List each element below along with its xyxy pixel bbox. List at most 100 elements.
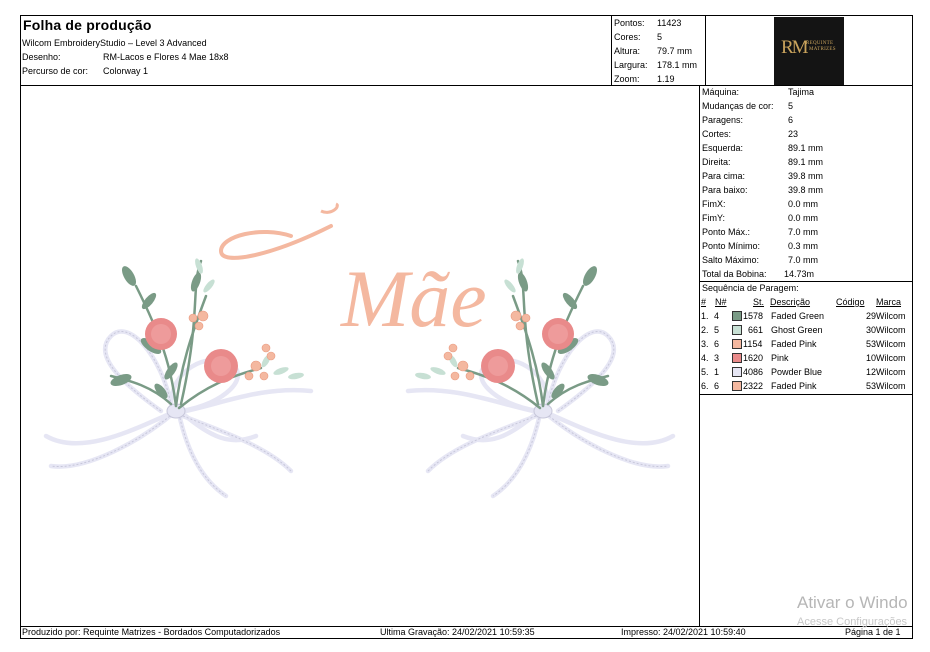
stitch-count: 1154 xyxy=(743,339,763,349)
machine-value: 6 xyxy=(788,115,794,125)
activation-watermark: Ativar o Windo xyxy=(797,593,908,612)
row-index: 6. xyxy=(701,381,709,391)
machine-label: Para baixo: xyxy=(702,185,748,195)
logo-wordmark: REQUINTE MATRIZES xyxy=(806,41,836,53)
needle-number: 5 xyxy=(714,325,720,335)
machine-label: Mudanças de cor: xyxy=(702,101,774,111)
machine-label: Esquerda: xyxy=(702,143,744,153)
row-index: 3. xyxy=(701,339,709,349)
machine-value: 39.8 mm xyxy=(788,185,824,195)
stat-label: Cores: xyxy=(614,32,641,42)
company-logo: RM REQUINTE MATRIZES xyxy=(774,17,844,85)
stats-divider xyxy=(611,15,612,85)
stat-value: 178.1 mm xyxy=(657,60,698,70)
thread-brand: Wilcom xyxy=(876,339,906,349)
thread-code: 30 xyxy=(865,325,876,335)
machine-label: Ponto Mínimo: xyxy=(702,241,761,251)
script-swash xyxy=(218,224,333,260)
thread-code: 29 xyxy=(865,311,876,321)
row-index: 1. xyxy=(701,311,709,321)
thread-description: Faded Pink xyxy=(771,381,817,391)
machine-value: 89.1 mm xyxy=(788,157,824,167)
printed-date: Impresso: 24/02/2021 10:59:40 xyxy=(621,627,746,637)
colorway-name: Colorway 1 xyxy=(103,66,149,76)
table-row: 6. 6 2322 Faded Pink 53 Wilcom xyxy=(700,379,912,393)
table-row: 4. 3 1620 Pink 10 Wilcom xyxy=(700,351,912,365)
thread-description: Faded Pink xyxy=(771,339,817,349)
color-swatch xyxy=(732,339,742,349)
table-row: 3. 6 1154 Faded Pink 53 Wilcom xyxy=(700,337,912,351)
stitch-count: 4086 xyxy=(743,367,764,377)
machine-label: Direita: xyxy=(702,157,731,167)
table-row: 2. 5 661 Ghost Green 30 Wilcom xyxy=(700,323,912,337)
column-header: Descrição xyxy=(770,297,811,307)
machine-value: 0.3 mm xyxy=(788,241,819,251)
thread-brand: Wilcom xyxy=(876,311,906,321)
stat-value: 11423 xyxy=(657,18,682,28)
logo-line: MATRIZES xyxy=(809,47,836,52)
thread-description: Pink xyxy=(771,353,789,363)
design-name: RM-Lacos e Flores 4 Mae 18x8 xyxy=(103,52,229,62)
thread-brand: Wilcom xyxy=(876,381,906,391)
stat-label: Zoom: xyxy=(614,74,640,84)
stat-label: Altura: xyxy=(614,46,641,56)
row-index: 5. xyxy=(701,367,709,377)
stitch-count: 1620 xyxy=(743,353,764,363)
machine-value: 0.0 mm xyxy=(788,199,819,209)
machine-value: 89.1 mm xyxy=(788,143,824,153)
bouquet-left xyxy=(46,257,311,496)
row-index: 2. xyxy=(701,325,709,335)
machine-label: Total da Bobina: xyxy=(702,269,767,279)
thread-brand: Wilcom xyxy=(876,353,906,363)
machine-label: Máquina: xyxy=(702,87,740,97)
needle-number: 3 xyxy=(714,353,720,363)
machine-value: 7.0 mm xyxy=(788,255,819,265)
thread-description: Powder Blue xyxy=(771,367,823,377)
thread-brand: Wilcom xyxy=(876,367,906,377)
stat-label: Pontos: xyxy=(614,18,645,28)
machine-value: 0.0 mm xyxy=(788,213,819,223)
thread-description: Ghost Green xyxy=(771,325,823,335)
machine-label: FimX: xyxy=(702,199,726,209)
machine-label: FimY: xyxy=(702,213,726,223)
page-title: Folha de produção xyxy=(23,17,152,33)
last-saved: Ultima Gravação: 24/02/2021 10:59:35 xyxy=(380,627,535,637)
activation-watermark-subtitle: Acesse Configurações xyxy=(797,616,908,628)
machine-label: Cortes: xyxy=(702,129,732,139)
stat-value: 79.7 mm xyxy=(657,46,693,56)
stitch-count: 1578 xyxy=(743,311,764,321)
column-header: Código xyxy=(836,297,865,307)
needle-number: 4 xyxy=(714,311,720,321)
logo-divider xyxy=(705,15,706,85)
machine-label: Salto Máximo: xyxy=(702,255,760,265)
column-header: St. xyxy=(753,297,765,307)
stitch-count: 661 xyxy=(748,325,764,335)
table-row: 1. 4 1578 Faded Green 29 Wilcom xyxy=(700,309,912,323)
stat-label: Largura: xyxy=(614,60,648,70)
color-swatch xyxy=(732,325,742,335)
needle-number: 1 xyxy=(714,367,720,377)
needle-number: 6 xyxy=(714,381,720,391)
color-swatch xyxy=(732,311,742,321)
column-header: # xyxy=(701,297,707,307)
design-lettering: Mãe xyxy=(340,253,487,344)
machine-label: Ponto Máx.: xyxy=(702,227,751,237)
stitch-count: 2322 xyxy=(743,381,764,391)
logo-monogram: RM xyxy=(781,37,809,58)
sequence-title: Sequência de Paragem: xyxy=(702,283,799,293)
column-header: N# xyxy=(715,297,727,307)
color-swatch xyxy=(732,367,742,377)
stat-value: 1.19 xyxy=(657,74,675,84)
machine-value: 14.73m xyxy=(784,269,815,279)
script-swash xyxy=(320,202,339,214)
machine-label: Paragens: xyxy=(702,115,744,125)
design-preview: Mãe xyxy=(21,202,698,625)
thread-description: Faded Green xyxy=(771,311,825,321)
colorway-label: Percurso de cor: xyxy=(22,66,89,76)
color-swatch xyxy=(732,381,742,391)
thread-brand: Wilcom xyxy=(876,325,906,335)
row-index: 4. xyxy=(701,353,709,363)
table-row: 5. 1 4086 Powder Blue 12 Wilcom xyxy=(700,365,912,379)
design-label: Desenho: xyxy=(22,52,61,62)
machine-value: 5 xyxy=(788,101,794,111)
